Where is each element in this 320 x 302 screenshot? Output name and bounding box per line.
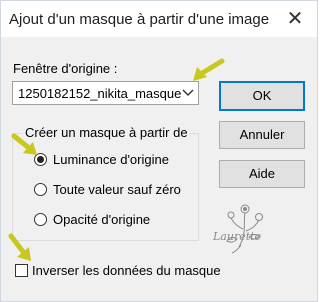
arrow-pointer-icon [11, 133, 37, 155]
invert-mask-label: Inverser les données du masque [32, 263, 221, 278]
dialog-title: Ajout d'un masque à partir d'une image [9, 11, 270, 28]
title-bar: Ajout d'un masque à partir d'une image ✕ [1, 1, 317, 37]
close-icon[interactable]: ✕ [283, 8, 307, 30]
mask-from-image-dialog: Ajout d'un masque à partir d'une image ✕… [0, 0, 318, 302]
cancel-button[interactable]: Annuler [219, 121, 305, 149]
source-window-label: Fenêtre d'origine : [13, 61, 118, 76]
arrow-pointer-icon [193, 58, 225, 81]
mask-source-group-label: Créer un masque à partir de [23, 125, 190, 140]
radio-button[interactable] [34, 183, 47, 196]
source-window-value: 1250182152_nikita_masque [18, 86, 182, 101]
watermark-text: Laurette [213, 230, 262, 243]
radio-button[interactable] [34, 213, 47, 226]
radio-opacity-label: Opacité d'origine [53, 212, 151, 227]
radio-luminance-label: Luminance d'origine [53, 152, 169, 167]
radio-nonzero-label: Toute valeur sauf zéro [53, 182, 181, 197]
chevron-down-icon [182, 89, 194, 96]
watermark-flower-icon [226, 204, 263, 254]
help-button[interactable]: Aide [219, 160, 305, 188]
invert-mask-checkbox[interactable] [15, 264, 28, 277]
source-window-select[interactable]: 1250182152_nikita_masque [12, 81, 199, 105]
ok-button[interactable]: OK [219, 81, 305, 111]
arrow-pointer-icon [8, 233, 31, 261]
